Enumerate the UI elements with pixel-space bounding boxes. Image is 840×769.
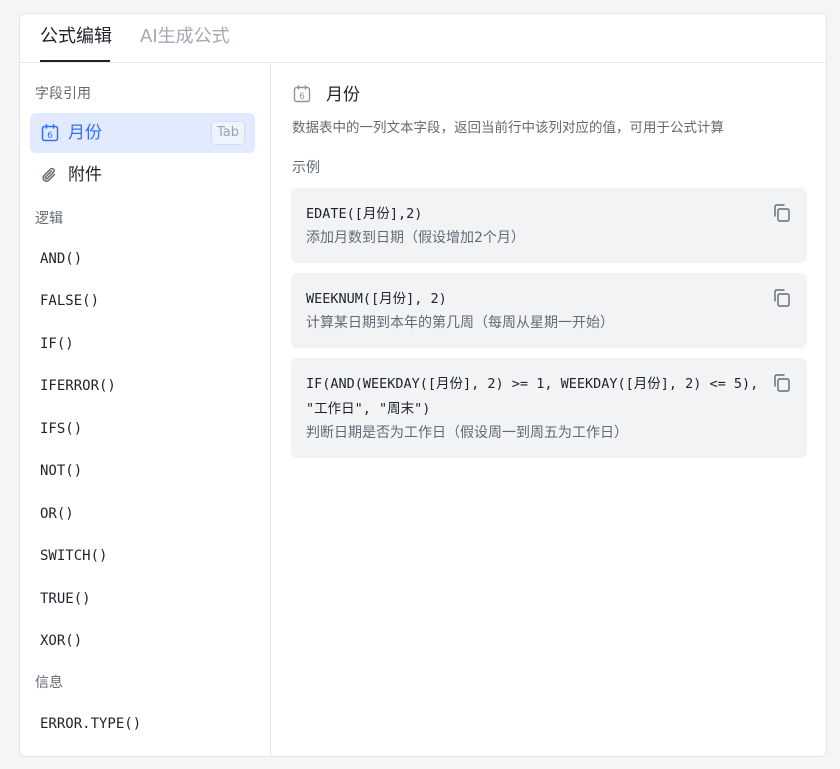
example-code: EDATE([月份],2) [306,206,423,222]
svg-text:6: 6 [47,131,53,141]
field-label: 月份 [68,123,102,143]
function-and[interactable]: AND() [40,249,82,269]
calendar-icon: 6 [41,124,59,142]
example-code: WEEKNUM([月份], 2) [306,291,447,307]
function-switch[interactable]: SWITCH() [40,546,107,566]
example-card: EDATE([月份],2) 添加月数到日期（假设增加2个月） [291,188,807,263]
calendar-icon: 6 [293,85,311,103]
copy-icon[interactable] [771,287,793,309]
example-card: IF(AND(WEEKDAY([月份], 2) >= 1, WEEKDAY([月… [291,358,807,458]
function-iferror[interactable]: IFERROR() [40,376,116,396]
function-if[interactable]: IF() [40,334,74,354]
paperclip-icon [42,167,56,182]
tab-bar: 公式编辑 AI生成公式 [20,14,826,63]
copy-icon[interactable] [771,202,793,224]
example-note: 判断日期是否为工作日（假设周一到周五为工作日） [306,425,628,441]
copy-icon[interactable] [771,372,793,394]
function-not[interactable]: NOT() [40,461,82,481]
example-card: WEEKNUM([月份], 2) 计算某日期到本年的第几周（每周从星期一开始） [291,273,807,348]
field-detail-pane: 6 月份 数据表中的一列文本字段，返回当前行中该列对应的值，可用于公式计算 示例… [272,63,826,756]
tab-ai-generate[interactable]: AI生成公式 [140,25,230,49]
active-tab-indicator [40,60,110,62]
function-false[interactable]: FALSE() [40,291,99,311]
function-sidebar[interactable]: 字段引用 6 月份 Tab 附件 逻辑 AND() FALSE() IF() I… [20,63,271,756]
section-title-logic: 逻辑 [35,211,63,227]
tab-formula-edit[interactable]: 公式编辑 [40,25,112,49]
formula-editor-panel: 公式编辑 AI生成公式 字段引用 6 月份 Tab 附件 逻辑 AND() FA… [19,13,827,757]
example-note: 计算某日期到本年的第几周（每周从星期一开始） [306,315,614,331]
tab-shortcut-badge: Tab [210,121,245,145]
function-xor[interactable]: XOR() [40,631,82,651]
example-code: IF(AND(WEEKDAY([月份], 2) >= 1, WEEKDAY([月… [306,376,759,417]
field-description: 数据表中的一列文本字段，返回当前行中该列对应的值，可用于公式计算 [292,120,724,136]
field-label: 附件 [68,165,102,185]
field-title: 月份 [326,85,360,105]
section-title-fields: 字段引用 [35,86,91,102]
svg-text:6: 6 [299,92,305,102]
function-true[interactable]: TRUE() [40,589,91,609]
function-ifs[interactable]: IFS() [40,419,82,439]
example-note: 添加月数到日期（假设增加2个月） [306,230,525,246]
examples-title: 示例 [292,160,320,176]
sidebar-item-month-field[interactable]: 6 月份 Tab [30,113,255,153]
function-or[interactable]: OR() [40,504,74,524]
sidebar-item-attachment-field[interactable]: 附件 [30,155,255,195]
section-title-info: 信息 [35,675,63,691]
function-error-type[interactable]: ERROR.TYPE() [40,714,141,734]
